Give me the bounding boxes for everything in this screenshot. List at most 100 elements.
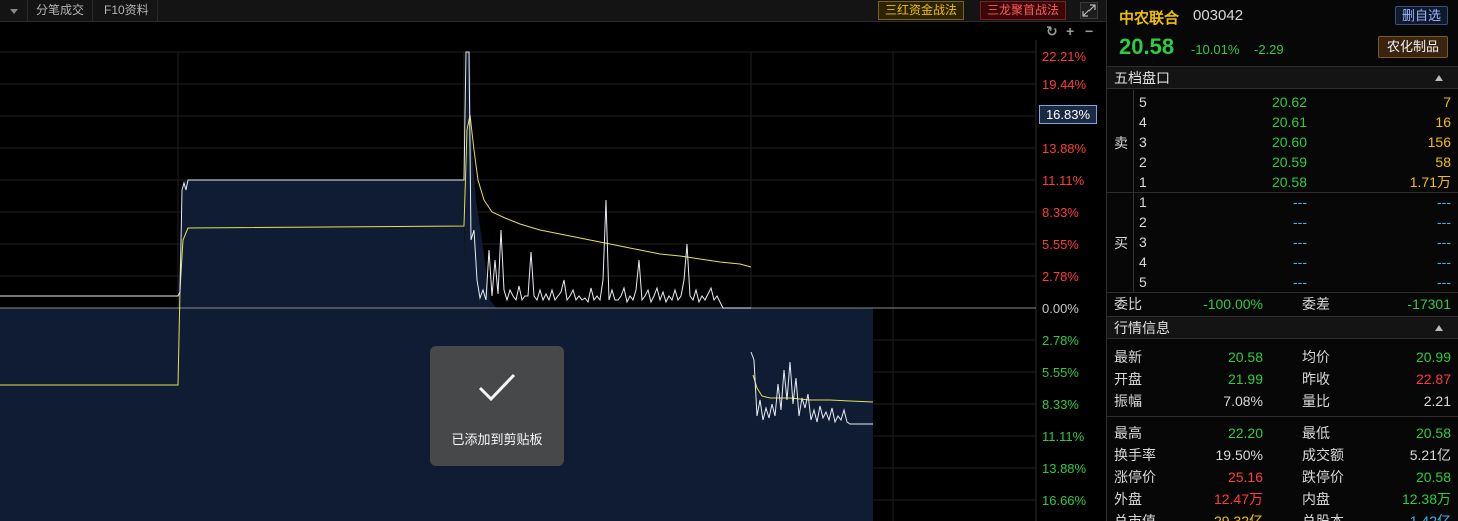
field-label: 换手率 bbox=[1114, 447, 1156, 463]
ask-price: 20.62 bbox=[1271, 94, 1307, 110]
level: 3 bbox=[1139, 134, 1147, 150]
ask-volume: 7 bbox=[1443, 94, 1451, 110]
ask-volume: 58 bbox=[1435, 154, 1451, 170]
last-price: 20.58 bbox=[1119, 34, 1175, 59]
orderbook-header[interactable]: 五档盘口 bbox=[1107, 66, 1458, 89]
current-pct-marker: 16.83% bbox=[1039, 105, 1097, 124]
bid-price: --- bbox=[1293, 214, 1307, 230]
collapse-icon[interactable] bbox=[1435, 75, 1443, 81]
y-label-down: 16.66% bbox=[1042, 493, 1087, 508]
y-label-down: 8.33% bbox=[1042, 397, 1079, 412]
y-label-up: 5.55% bbox=[1042, 237, 1079, 252]
clipboard-toast: 已添加到剪贴板 bbox=[430, 346, 564, 466]
dropdown-icon[interactable] bbox=[0, 0, 28, 22]
ask-volume: 1.71万 bbox=[1409, 174, 1451, 190]
field-label: 总市值 bbox=[1114, 513, 1156, 521]
ask-volume: 16 bbox=[1435, 114, 1451, 130]
ask-price: 20.58 bbox=[1271, 174, 1307, 190]
y-label-up: 13.88% bbox=[1042, 141, 1087, 156]
bid-volume: --- bbox=[1437, 194, 1451, 210]
level: 3 bbox=[1139, 234, 1147, 250]
tab-tick-trades[interactable]: 分笔成交 bbox=[28, 0, 94, 22]
bid-row: 2 --- --- bbox=[1107, 212, 1458, 232]
strategy-button-2[interactable]: 三龙聚首战法 bbox=[980, 1, 1067, 20]
field-value: 22.87 bbox=[1415, 371, 1451, 387]
y-label-down: 5.55% bbox=[1042, 365, 1079, 380]
expand-icon[interactable] bbox=[1080, 2, 1098, 19]
bid-volume: --- bbox=[1437, 234, 1451, 250]
field-label: 最高 bbox=[1114, 425, 1142, 441]
toast-message: 已添加到剪贴板 bbox=[451, 432, 543, 447]
industry-button[interactable]: 农化制品 bbox=[1378, 36, 1448, 58]
field-value: 22.20 bbox=[1227, 425, 1263, 441]
field-value: 7.08% bbox=[1223, 393, 1263, 409]
stock-name: 中农联合 bbox=[1119, 10, 1180, 27]
field-value: 5.21亿 bbox=[1409, 447, 1451, 463]
field-label: 涨停价 bbox=[1114, 469, 1156, 485]
level: 2 bbox=[1139, 214, 1147, 230]
y-label-zero: 0.00% bbox=[1042, 301, 1079, 316]
check-icon bbox=[478, 373, 516, 402]
zoom-in-icon[interactable]: + bbox=[1066, 24, 1074, 38]
level: 5 bbox=[1139, 94, 1147, 110]
field-value: 19.50% bbox=[1215, 447, 1263, 463]
strategy-button-1[interactable]: 三红资金战法 bbox=[878, 1, 965, 20]
bid-price: --- bbox=[1293, 194, 1307, 210]
ask-row: 2 20.59 58 bbox=[1107, 152, 1458, 172]
ask-price: 20.59 bbox=[1271, 154, 1307, 170]
bid-volume: --- bbox=[1437, 214, 1451, 230]
field-label: 最低 bbox=[1302, 425, 1330, 441]
bid-row: 3 --- --- bbox=[1107, 232, 1458, 252]
refresh-icon[interactable]: ↻ bbox=[1046, 24, 1058, 38]
market-info-header[interactable]: 行情信息 bbox=[1107, 316, 1458, 339]
y-label-up: 8.33% bbox=[1042, 205, 1079, 220]
ask-row: 5 20.62 7 bbox=[1107, 92, 1458, 112]
ask-row: 3 20.60 156 bbox=[1107, 132, 1458, 152]
level: 1 bbox=[1139, 174, 1147, 190]
level: 4 bbox=[1139, 254, 1147, 270]
field-value: 21.99 bbox=[1227, 371, 1263, 387]
field-label: 最新 bbox=[1114, 349, 1142, 365]
market-info-row: 最新 20.58 均价 20.99 bbox=[1107, 346, 1458, 368]
market-info-row: 外盘 12.47万 内盘 12.38万 bbox=[1107, 488, 1458, 510]
bid-volume: --- bbox=[1437, 254, 1451, 270]
field-label: 成交额 bbox=[1302, 447, 1344, 463]
market-info-row: 换手率 19.50% 成交额 5.21亿 bbox=[1107, 444, 1458, 466]
field-value: 20.58 bbox=[1415, 469, 1451, 485]
field-value: 25.16 bbox=[1227, 469, 1263, 485]
quote-panel: 中农联合 003042 删自选 20.58 -10.01% -2.29 农化制品… bbox=[1106, 0, 1458, 521]
ask-price: 20.61 bbox=[1271, 114, 1307, 130]
market-info-row: 振幅 7.08% 量比 2.21 bbox=[1107, 390, 1458, 412]
level: 4 bbox=[1139, 114, 1147, 130]
remove-favorite-button[interactable]: 删自选 bbox=[1395, 6, 1448, 25]
field-label: 振幅 bbox=[1114, 393, 1142, 409]
divider bbox=[1107, 416, 1458, 417]
field-value: 20.99 bbox=[1415, 349, 1451, 365]
bid-row: 1 --- --- bbox=[1107, 192, 1458, 212]
change-pct: -10.01% bbox=[1191, 42, 1240, 57]
zoom-out-icon[interactable]: − bbox=[1085, 24, 1093, 38]
diff-value: -17301 bbox=[1407, 296, 1451, 312]
y-label-down: 11.11% bbox=[1042, 429, 1085, 444]
level: 2 bbox=[1139, 154, 1147, 170]
diff-label: 委差 bbox=[1302, 296, 1330, 312]
collapse-icon[interactable] bbox=[1435, 325, 1443, 331]
field-value: 12.38万 bbox=[1401, 491, 1451, 507]
field-value: 29.32亿 bbox=[1213, 513, 1263, 521]
field-value: 1.42亿 bbox=[1409, 513, 1451, 521]
tab-f10-info[interactable]: F10资料 bbox=[96, 0, 158, 22]
y-label-down: 13.88% bbox=[1042, 461, 1087, 476]
field-label: 外盘 bbox=[1114, 491, 1142, 507]
market-info-row: 开盘 21.99 昨收 22.87 bbox=[1107, 368, 1458, 390]
ask-row: 4 20.61 16 bbox=[1107, 112, 1458, 132]
market-info-title: 行情信息 bbox=[1114, 320, 1170, 336]
y-label-up: 22.21% bbox=[1042, 49, 1087, 64]
market-info-row: 涨停价 25.16 跌停价 20.58 bbox=[1107, 466, 1458, 488]
y-label-up: 2.78% bbox=[1042, 269, 1079, 284]
field-label: 跌停价 bbox=[1302, 469, 1344, 485]
y-label-up: 19.44% bbox=[1042, 77, 1087, 92]
field-label: 开盘 bbox=[1114, 371, 1142, 387]
ask-row: 1 20.58 1.71万 bbox=[1107, 172, 1458, 192]
field-label: 均价 bbox=[1302, 349, 1330, 365]
stock-code: 003042 bbox=[1193, 7, 1244, 24]
